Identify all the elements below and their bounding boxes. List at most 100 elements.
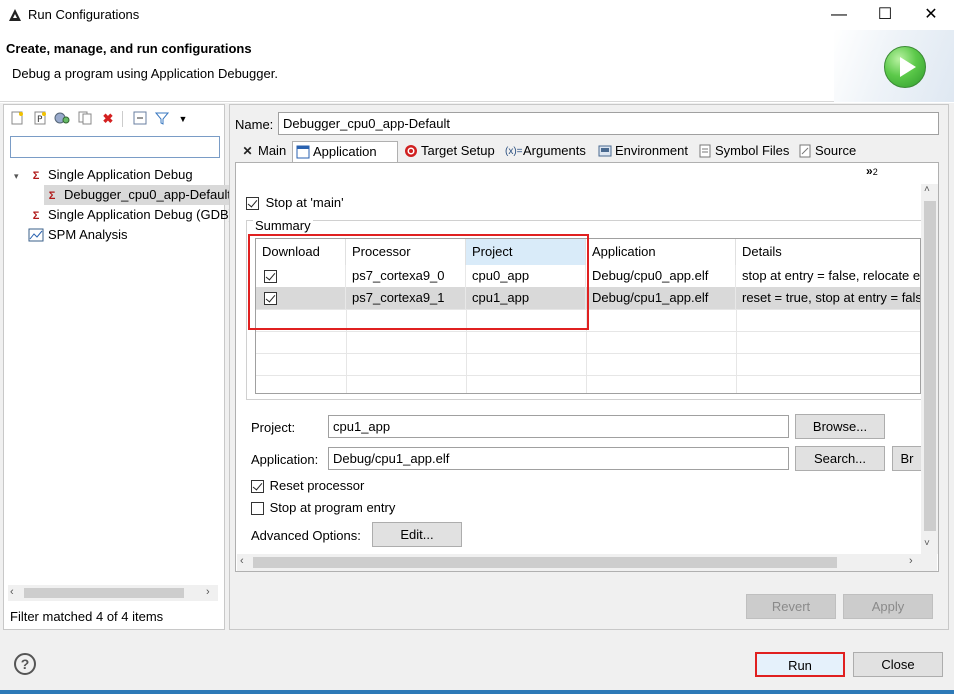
project-label: Project: bbox=[251, 420, 296, 435]
stop-at-main-checkbox[interactable] bbox=[246, 197, 259, 211]
export-icon[interactable] bbox=[54, 111, 70, 127]
maximize-button[interactable]: ☐ bbox=[862, 4, 908, 26]
browse-button[interactable]: Browse... bbox=[795, 414, 885, 439]
scroll-up-icon[interactable]: ˄ bbox=[924, 184, 930, 195]
tab-environment[interactable]: Environment bbox=[595, 141, 690, 163]
column-header-details[interactable]: Details bbox=[736, 239, 920, 265]
configuration-tree: ▾ Σ Single Application Debug Σ Debugger_cpu… bbox=[14, 165, 271, 245]
tab-overflow-button[interactable]: »2 bbox=[866, 164, 878, 178]
tab-symbol-files[interactable]: Symbol Files bbox=[695, 141, 791, 163]
close-window-button[interactable]: ✕ bbox=[908, 4, 954, 26]
name-field[interactable]: Debugger_cpu0_app-Default bbox=[278, 112, 939, 135]
new-prototype-icon[interactable]: P bbox=[32, 111, 48, 127]
search-button[interactable]: Search... bbox=[795, 446, 885, 471]
window-bottom-border bbox=[0, 690, 954, 694]
tree-item-label: Single Application Debug bbox=[48, 167, 193, 182]
run-button[interactable]: Run bbox=[755, 652, 845, 677]
stop-at-entry-option[interactable]: Stop at program entry bbox=[251, 500, 396, 516]
source-icon bbox=[797, 144, 812, 159]
scroll-down-icon[interactable]: ˅ bbox=[924, 538, 930, 549]
revert-button[interactable]: Revert bbox=[746, 594, 836, 619]
scrollbar-thumb[interactable] bbox=[924, 201, 936, 531]
tree-item-single-app-debug[interactable]: ▾ Σ Single Application Debug bbox=[14, 165, 224, 185]
scroll-left-icon[interactable]: ‹ bbox=[10, 586, 14, 598]
tab-label: Main bbox=[258, 143, 287, 158]
tree-item-label: Single Application Debug (GDB) bbox=[48, 207, 233, 222]
svg-text:P: P bbox=[37, 115, 43, 125]
filter-icon[interactable] bbox=[154, 111, 170, 127]
duplicate-icon[interactable] bbox=[77, 111, 93, 127]
collapse-all-icon[interactable] bbox=[132, 111, 148, 127]
tab-label: Target Setup bbox=[421, 143, 495, 158]
chart-icon bbox=[28, 228, 44, 244]
tab-label: Symbol Files bbox=[715, 143, 790, 158]
view-menu-icon[interactable]: ▼ bbox=[175, 111, 191, 127]
column-divider bbox=[736, 309, 737, 393]
scrollbar-thumb[interactable] bbox=[253, 557, 837, 568]
details-cell: reset = true, stop at entry = false bbox=[736, 287, 920, 309]
scroll-left-icon[interactable]: ‹ bbox=[240, 555, 244, 567]
name-label: Name: bbox=[235, 117, 274, 132]
reset-processor-option[interactable]: Reset processor bbox=[251, 478, 365, 494]
dialog-header: Create, manage, and run configurations D… bbox=[0, 30, 954, 102]
tab-application[interactable]: Application bbox=[292, 141, 398, 163]
gdb-icon: Σ bbox=[32, 209, 40, 222]
edit-button[interactable]: Edit... bbox=[372, 522, 462, 547]
tab-target-setup[interactable]: Target Setup bbox=[401, 141, 497, 163]
arguments-icon: (x)= bbox=[505, 146, 523, 158]
tab-arguments[interactable]: (x)=Arguments bbox=[503, 141, 588, 163]
new-configuration-icon[interactable] bbox=[9, 111, 25, 127]
environment-icon bbox=[597, 144, 612, 159]
highlight-annotation-box bbox=[248, 234, 589, 330]
expand-chevron-icon[interactable]: ▾ bbox=[14, 166, 28, 186]
scroll-right-icon[interactable]: › bbox=[909, 555, 913, 567]
close-button[interactable]: Close bbox=[853, 652, 943, 677]
overflow-count: 2 bbox=[872, 167, 878, 177]
toolbar-separator bbox=[122, 111, 123, 127]
tab-label: Arguments bbox=[523, 143, 586, 158]
delete-icon[interactable]: ✖ bbox=[100, 111, 116, 127]
minimize-button[interactable]: — bbox=[816, 4, 862, 26]
column-header-application[interactable]: Application bbox=[586, 239, 736, 265]
content-vertical-scrollbar[interactable]: ˄ ˅ bbox=[921, 184, 938, 554]
stop-at-main-label: Stop at 'main' bbox=[265, 195, 344, 210]
configuration-tree-panel: P ✖ ▼ ▾ Σ Single Application Debug Σ Debugg… bbox=[3, 104, 271, 630]
filter-status: Filter matched 4 of 4 items bbox=[10, 609, 164, 624]
apply-button[interactable]: Apply bbox=[843, 594, 933, 619]
tab-main[interactable]: ✕ Main bbox=[238, 141, 288, 163]
tree-item-debugger-config[interactable]: Σ Debugger_cpu0_app-Default bbox=[14, 185, 271, 205]
application-icon bbox=[295, 145, 310, 160]
symbol-files-icon bbox=[697, 144, 712, 159]
window-title: Run Configurations bbox=[28, 7, 140, 22]
help-icon[interactable]: ? bbox=[14, 653, 36, 675]
stop-at-main-option[interactable]: Stop at 'main' bbox=[246, 195, 344, 211]
stop-at-entry-label: Stop at program entry bbox=[269, 500, 396, 515]
row-divider bbox=[256, 331, 920, 332]
content-horizontal-scrollbar[interactable]: ‹ › bbox=[237, 554, 937, 571]
tab-label: Application bbox=[313, 144, 377, 159]
project-field[interactable]: cpu1_app bbox=[328, 415, 789, 438]
row-divider bbox=[256, 353, 920, 354]
application-field[interactable]: Debug/cpu1_app.elf bbox=[328, 447, 789, 470]
run-icon bbox=[884, 46, 926, 88]
filter-input[interactable] bbox=[10, 136, 220, 158]
tree-horizontal-scrollbar[interactable]: ‹ › bbox=[8, 585, 218, 601]
advanced-options-label: Advanced Options: bbox=[251, 528, 361, 543]
tab-label: Source bbox=[815, 143, 857, 158]
tree-item-single-app-debug-gdb[interactable]: Σ Single Application Debug (GDB) bbox=[14, 205, 233, 225]
tree-item-spm-analysis[interactable]: SPM Analysis bbox=[14, 225, 224, 245]
reset-processor-label: Reset processor bbox=[269, 478, 365, 493]
reset-processor-checkbox[interactable] bbox=[251, 480, 264, 494]
tree-item-label: Debugger_cpu0_app-Default bbox=[64, 187, 231, 202]
scrollbar-thumb[interactable] bbox=[24, 588, 184, 598]
tab-source[interactable]: Source bbox=[795, 141, 858, 163]
stop-at-entry-checkbox[interactable] bbox=[251, 502, 264, 516]
tcf-icon: Σ bbox=[48, 189, 56, 202]
details-cell: stop at entry = false, relocate executab… bbox=[736, 265, 920, 287]
application-cell: Debug/cpu1_app.elf bbox=[586, 287, 736, 309]
browse-application-button[interactable]: Br bbox=[892, 446, 921, 471]
header-subtitle: Debug a program using Application Debugg… bbox=[12, 66, 278, 81]
scroll-right-icon[interactable]: › bbox=[206, 586, 210, 598]
xilinx-icon: ✕ bbox=[242, 144, 253, 159]
app-logo-icon bbox=[8, 8, 22, 22]
